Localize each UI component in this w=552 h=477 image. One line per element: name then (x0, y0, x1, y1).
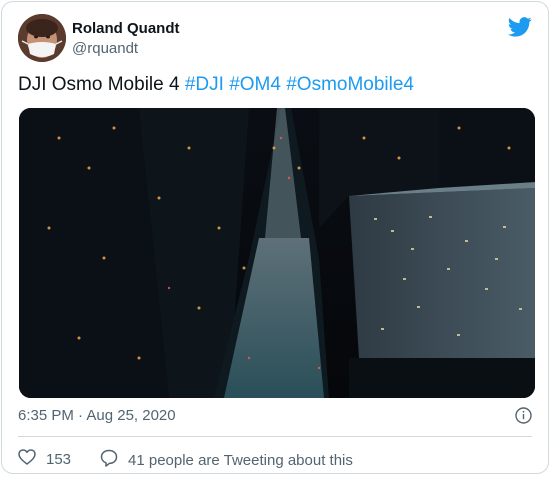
tweet-card[interactable]: Roland Quandt @rquandt DJI Osmo Mobile 4… (1, 1, 549, 474)
tweet-text: DJI Osmo Mobile 4 #DJI #OM4 #OsmoMobile4 (18, 73, 414, 97)
avatar[interactable] (18, 14, 66, 62)
heart-icon (18, 449, 46, 469)
timestamp-link[interactable]: 6:35 PM · Aug 25, 2020 (18, 407, 176, 425)
author-handle[interactable]: @rquandt (72, 40, 138, 58)
twitter-bird-icon[interactable] (507, 17, 532, 37)
media-image[interactable] (19, 108, 535, 398)
divider (18, 436, 532, 437)
tweeting-about-link[interactable]: 41 people are Tweeting about this (100, 449, 353, 471)
tweeting-about-label: 41 people are Tweeting about this (128, 451, 353, 469)
info-icon[interactable] (515, 407, 532, 424)
hashtag-link[interactable]: #OsmoMobile4 (286, 74, 414, 95)
speech-bubble-icon (100, 449, 128, 471)
like-count: 153 (46, 450, 72, 468)
tweet-text-body: DJI Osmo Mobile 4 (18, 74, 180, 95)
like-button[interactable]: 153 (18, 449, 71, 469)
hashtag-link[interactable]: #OM4 (229, 74, 281, 95)
author-name[interactable]: Roland Quandt (72, 20, 180, 38)
hashtag-link[interactable]: #DJI (185, 74, 224, 95)
